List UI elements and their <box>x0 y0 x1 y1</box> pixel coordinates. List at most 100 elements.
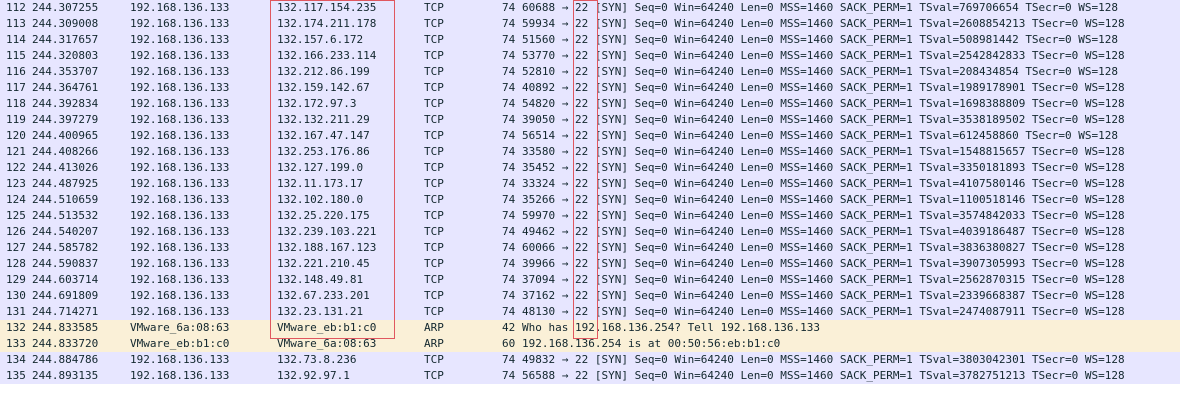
packet-protocol: ARP <box>424 337 444 350</box>
packet-length: 74 <box>502 177 516 190</box>
packet-destination: 132.253.176.86 <box>277 145 370 158</box>
packet-source: 192.168.136.133 <box>130 65 230 78</box>
packet-protocol: TCP <box>424 161 444 174</box>
packet-info: 59970 → 22 [SYN] Seq=0 Win=64240 Len=0 M… <box>522 209 1125 222</box>
packet-row[interactable]: 118 244.392834 192.168.136.133 132.172.97.3… <box>0 96 1180 112</box>
packet-length: 74 <box>502 273 516 286</box>
packet-info: 48130 → 22 [SYN] Seq=0 Win=64240 Len=0 M… <box>522 305 1125 318</box>
packet-destination: VMware_eb:b1:c0 <box>277 321 377 334</box>
packet-time: 244.884786 <box>32 353 99 366</box>
packet-time: 244.320803 <box>32 49 99 62</box>
packet-row[interactable]: 128 244.590837 192.168.136.133 132.221.210.… <box>0 256 1180 272</box>
packet-source: 192.168.136.133 <box>130 225 230 238</box>
packet-row[interactable]: 116 244.353707 192.168.136.133 132.212.86.1… <box>0 64 1180 80</box>
packet-destination: 132.159.142.67 <box>277 81 370 94</box>
packet-row[interactable]: 131 244.714271 192.168.136.133 132.23.131.2… <box>0 304 1180 320</box>
packet-number: 134 <box>6 353 26 366</box>
packet-time: 244.413026 <box>32 161 99 174</box>
packet-info: 56514 → 22 [SYN] Seq=0 Win=64240 Len=0 M… <box>522 129 1119 142</box>
packet-length: 74 <box>502 129 516 142</box>
packet-protocol: TCP <box>424 49 444 62</box>
packet-destination: 132.172.97.3 <box>277 97 357 110</box>
packet-length: 74 <box>502 305 516 318</box>
packet-protocol: ARP <box>424 321 444 334</box>
packet-row[interactable]: 124 244.510659 192.168.136.133 132.102.180.… <box>0 192 1180 208</box>
packet-length: 74 <box>502 33 516 46</box>
packet-row[interactable]: 112 244.307255 192.168.136.133 132.117.154.… <box>0 0 1180 16</box>
packet-number: 116 <box>6 65 26 78</box>
packet-info: 35266 → 22 [SYN] Seq=0 Win=64240 Len=0 M… <box>522 193 1125 206</box>
packet-row[interactable]: 126 244.540207 192.168.136.133 132.239.103.… <box>0 224 1180 240</box>
packet-destination: 132.127.199.0 <box>277 161 364 174</box>
packet-source: 192.168.136.133 <box>130 81 230 94</box>
packet-row[interactable]: 125 244.513532 192.168.136.133 132.25.220.1… <box>0 208 1180 224</box>
packet-row[interactable]: 117 244.364761 192.168.136.133 132.159.142.… <box>0 80 1180 96</box>
packet-row[interactable]: 115 244.320803 192.168.136.133 132.166.233.… <box>0 48 1180 64</box>
packet-info: 51560 → 22 [SYN] Seq=0 Win=64240 Len=0 M… <box>522 33 1119 46</box>
packet-number: 123 <box>6 177 26 190</box>
packet-row[interactable]: 129 244.603714 192.168.136.133 132.148.49.8… <box>0 272 1180 288</box>
packet-source: VMware_6a:08:63 <box>130 321 230 334</box>
packet-row[interactable]: 130 244.691809 192.168.136.133 132.67.233.2… <box>0 288 1180 304</box>
packet-source: 192.168.136.133 <box>130 129 230 142</box>
packet-list[interactable]: 112 244.307255 192.168.136.133 132.117.154.… <box>0 0 1180 406</box>
packet-info: 53770 → 22 [SYN] Seq=0 Win=64240 Len=0 M… <box>522 49 1125 62</box>
packet-source: 192.168.136.133 <box>130 241 230 254</box>
packet-length: 74 <box>502 193 516 206</box>
packet-protocol: TCP <box>424 145 444 158</box>
packet-number: 121 <box>6 145 26 158</box>
packet-protocol: TCP <box>424 97 444 110</box>
packet-row[interactable]: 134 244.884786 192.168.136.133 132.73.8.236… <box>0 352 1180 368</box>
packet-row[interactable]: 122 244.413026 192.168.136.133 132.127.199.… <box>0 160 1180 176</box>
packet-row[interactable]: 132 244.833585 VMware_6a:08:63 VMware_eb:b1… <box>0 320 1180 336</box>
packet-number: 132 <box>6 321 26 334</box>
packet-row[interactable]: 133 244.833720 VMware_eb:b1:c0 VMware_6a:08… <box>0 336 1180 352</box>
packet-destination: 132.102.180.0 <box>277 193 364 206</box>
packet-destination: 132.157.6.172 <box>277 33 364 46</box>
packet-row[interactable]: 114 244.317657 192.168.136.133 132.157.6.17… <box>0 32 1180 48</box>
packet-time: 244.585782 <box>32 241 99 254</box>
packet-length: 42 <box>502 321 516 334</box>
packet-protocol: TCP <box>424 353 444 366</box>
packet-row[interactable]: 119 244.397279 192.168.136.133 132.132.211.… <box>0 112 1180 128</box>
packet-info: 60066 → 22 [SYN] Seq=0 Win=64240 Len=0 M… <box>522 241 1125 254</box>
packet-protocol: TCP <box>424 241 444 254</box>
packet-destination: 132.221.210.45 <box>277 257 370 270</box>
packet-destination: 132.239.103.221 <box>277 225 377 238</box>
packet-number: 131 <box>6 305 26 318</box>
packet-time: 244.408266 <box>32 145 99 158</box>
packet-info: 33324 → 22 [SYN] Seq=0 Win=64240 Len=0 M… <box>522 177 1125 190</box>
packet-length: 74 <box>502 209 516 222</box>
packet-source: 192.168.136.133 <box>130 49 230 62</box>
packet-length: 74 <box>502 17 516 30</box>
packet-row[interactable]: 123 244.487925 192.168.136.133 132.11.173.1… <box>0 176 1180 192</box>
packet-length: 74 <box>502 81 516 94</box>
packet-info: 52810 → 22 [SYN] Seq=0 Win=64240 Len=0 M… <box>522 65 1119 78</box>
packet-row[interactable]: 127 244.585782 192.168.136.133 132.188.167.… <box>0 240 1180 256</box>
packet-info: 33580 → 22 [SYN] Seq=0 Win=64240 Len=0 M… <box>522 145 1125 158</box>
packet-row[interactable]: 121 244.408266 192.168.136.133 132.253.176.… <box>0 144 1180 160</box>
packet-protocol: TCP <box>424 257 444 270</box>
packet-info: 37162 → 22 [SYN] Seq=0 Win=64240 Len=0 M… <box>522 289 1125 302</box>
packet-time: 244.590837 <box>32 257 99 270</box>
packet-number: 120 <box>6 129 26 142</box>
packet-row[interactable]: 120 244.400965 192.168.136.133 132.167.47.1… <box>0 128 1180 144</box>
packet-source: VMware_eb:b1:c0 <box>130 337 230 350</box>
packet-protocol: TCP <box>424 289 444 302</box>
packet-row[interactable]: 135 244.893135 192.168.136.133 132.92.97.1 T… <box>0 368 1180 384</box>
packet-number: 135 <box>6 369 26 382</box>
packet-number: 125 <box>6 209 26 222</box>
packet-time: 244.317657 <box>32 33 99 46</box>
packet-protocol: TCP <box>424 305 444 318</box>
packet-time: 244.833585 <box>32 321 99 334</box>
packet-destination: 132.117.154.235 <box>277 1 377 14</box>
packet-row[interactable]: 113 244.309008 192.168.136.133 132.174.211.… <box>0 16 1180 32</box>
packet-source: 192.168.136.133 <box>130 353 230 366</box>
packet-length: 74 <box>502 49 516 62</box>
packet-source: 192.168.136.133 <box>130 97 230 110</box>
packet-number: 130 <box>6 289 26 302</box>
packet-number: 128 <box>6 257 26 270</box>
packet-time: 244.893135 <box>32 369 99 382</box>
packet-info: 56588 → 22 [SYN] Seq=0 Win=64240 Len=0 M… <box>522 369 1125 382</box>
packet-source: 192.168.136.133 <box>130 113 230 126</box>
